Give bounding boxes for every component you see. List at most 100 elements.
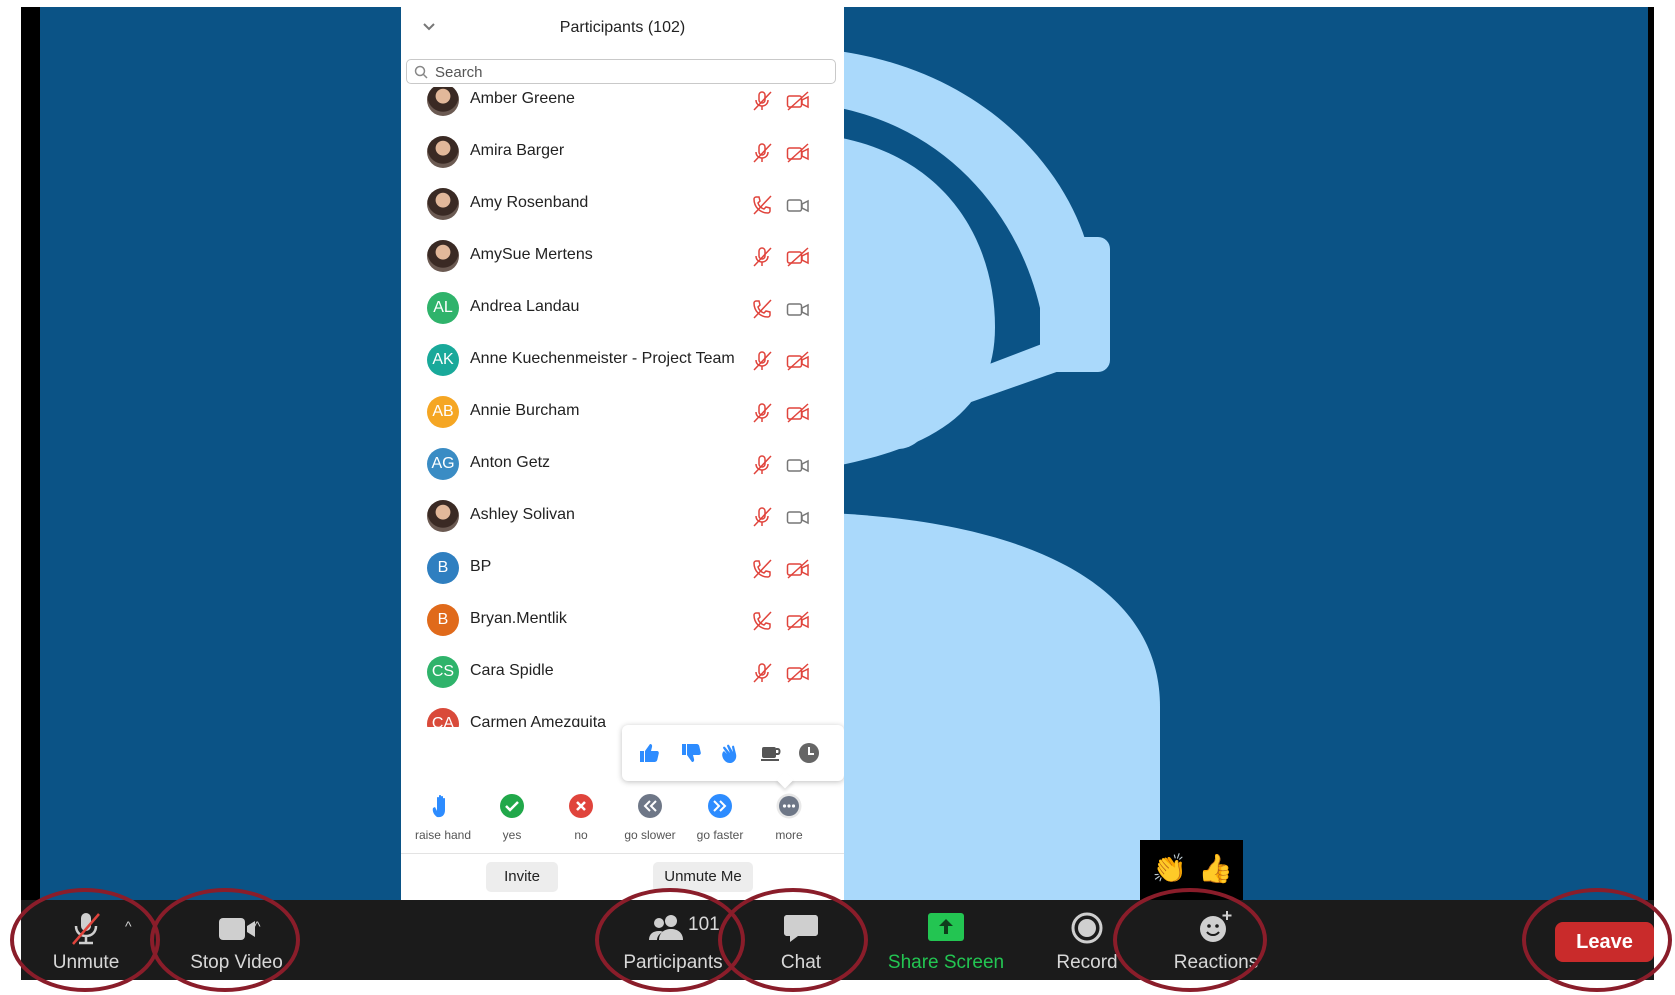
headset-avatar-illustration [780,47,1160,900]
thumbs-up-icon[interactable] [637,741,661,765]
video-off-icon [786,247,809,267]
more-button[interactable]: more [756,785,822,851]
share-screen-icon [928,913,964,941]
phone-muted-icon [753,559,772,579]
participant-row[interactable]: AL Andrea Landau [401,282,844,334]
participant-avatar: AG [427,448,459,480]
search-input[interactable] [435,62,825,82]
video-off-icon [786,611,809,631]
search-box[interactable] [406,59,836,84]
video-off-icon [786,351,809,371]
participant-name: Anne Kuechenmeister - Project Team [470,350,735,367]
video-off-icon [786,403,809,423]
go-slower-button[interactable]: go slower [617,785,683,851]
participant-row[interactable]: AB Annie Burcham [401,386,844,438]
mic-muted-icon [753,663,772,683]
video-off-icon [786,143,809,163]
mic-muted-icon [753,507,772,527]
thumbs-up-emoji: 👍 [1198,853,1233,884]
participant-name: Bryan.Mentlik [470,610,567,627]
participant-row[interactable]: AmySue Mertens [401,230,844,282]
reactions-smiley-icon [1200,911,1232,942]
audio-options-caret[interactable]: ^ [125,918,132,934]
video-off-icon [786,663,809,683]
participant-name: Ashley Solivan [470,506,575,523]
invite-button[interactable]: Invite [486,862,558,892]
no-button[interactable]: no [548,785,614,851]
raise-hand-icon [432,795,445,818]
video-camera-icon [218,918,255,940]
video-off-icon [786,91,809,111]
mic-muted-icon [753,455,772,475]
raise-hand-button[interactable]: raise hand [410,785,476,851]
record-icon [1071,912,1103,944]
participant-name: Amber Greene [470,90,575,107]
reaction-popup [622,725,844,789]
coffee-icon[interactable] [759,741,783,765]
video-off-icon [786,559,809,579]
participant-row[interactable]: CA Carmen Amezquita [401,698,844,727]
participant-row[interactable]: Amy Rosenband [401,178,844,230]
thumbs-down-icon[interactable] [679,741,703,765]
chat-button[interactable]: Chat [751,900,851,980]
phone-muted-icon [753,195,772,215]
stop-video-button[interactable]: Stop Video [169,900,304,980]
video-on-icon [786,511,809,525]
participants-count: 101 [688,914,720,935]
participant-row[interactable]: Ashley Solivan [401,490,844,542]
video-on-icon [786,459,809,473]
panel-header: Participants (102) [401,7,844,51]
go-faster-icon [708,794,732,818]
mic-muted-icon [753,91,772,111]
participant-avatar: AB [427,396,459,428]
no-x-icon [569,794,593,818]
go-slower-icon [638,794,662,818]
participant-avatar: B [427,604,459,636]
video-options-caret[interactable]: ^ [254,918,261,934]
participant-avatar: CA [427,708,459,727]
participant-row[interactable]: B Bryan.Mentlik [401,594,844,646]
participant-avatar [427,240,459,272]
panel-title: Participants (102) [559,19,686,36]
nonverbal-feedback-row: raise hand yes no go slower go faster mo… [401,785,844,855]
participant-row[interactable]: AG Anton Getz [401,438,844,490]
participant-name: Anton Getz [470,454,551,471]
participant-avatar: B [427,552,459,584]
participant-avatar: AL [427,292,459,324]
mic-muted-icon [753,403,772,423]
participant-name: BP [470,558,492,575]
participant-row[interactable]: Amber Greene [401,87,844,126]
participant-name: Carmen Amezquita [470,714,607,727]
participant-name: Cara Spidle [470,662,554,679]
participant-name: Annie Burcham [470,402,580,419]
participant-avatar: CS [427,656,459,688]
clap-icon[interactable] [719,741,743,765]
participants-button[interactable]: 101 Participants [609,900,737,980]
participant-row[interactable]: Amira Barger [401,126,844,178]
participant-row[interactable]: CS Cara Spidle [401,646,844,698]
mic-muted-icon [753,143,772,163]
participant-row[interactable]: B BP [401,542,844,594]
unmute-button[interactable]: Unmute [31,900,141,980]
phone-muted-icon [753,611,772,631]
reaction-bubble: 👏 👍 [1140,840,1243,900]
unmute-me-button[interactable]: Unmute Me [653,862,753,892]
share-screen-button[interactable]: Share Screen [871,900,1021,980]
yes-button[interactable]: yes [479,785,545,851]
record-button[interactable]: Record [1037,900,1137,980]
mic-muted-icon [72,913,100,945]
panel-divider [401,853,844,854]
go-faster-button[interactable]: go faster [687,785,753,851]
clock-icon[interactable] [797,741,821,765]
video-on-icon [786,199,809,213]
mic-muted-icon [753,247,772,267]
reactions-button[interactable]: Reactions [1151,900,1281,980]
leave-button[interactable]: Leave [1555,922,1654,962]
participant-name: Andrea Landau [470,298,580,315]
participant-row[interactable]: AK Anne Kuechenmeister - Project Team [401,334,844,386]
participants-icon [649,915,683,940]
participant-avatar [427,188,459,220]
video-on-icon [786,303,809,317]
participant-name: Amy Rosenband [470,194,589,211]
participant-list: Amber Greene Amira Barger Amy Rosenband Amy… [401,87,844,727]
